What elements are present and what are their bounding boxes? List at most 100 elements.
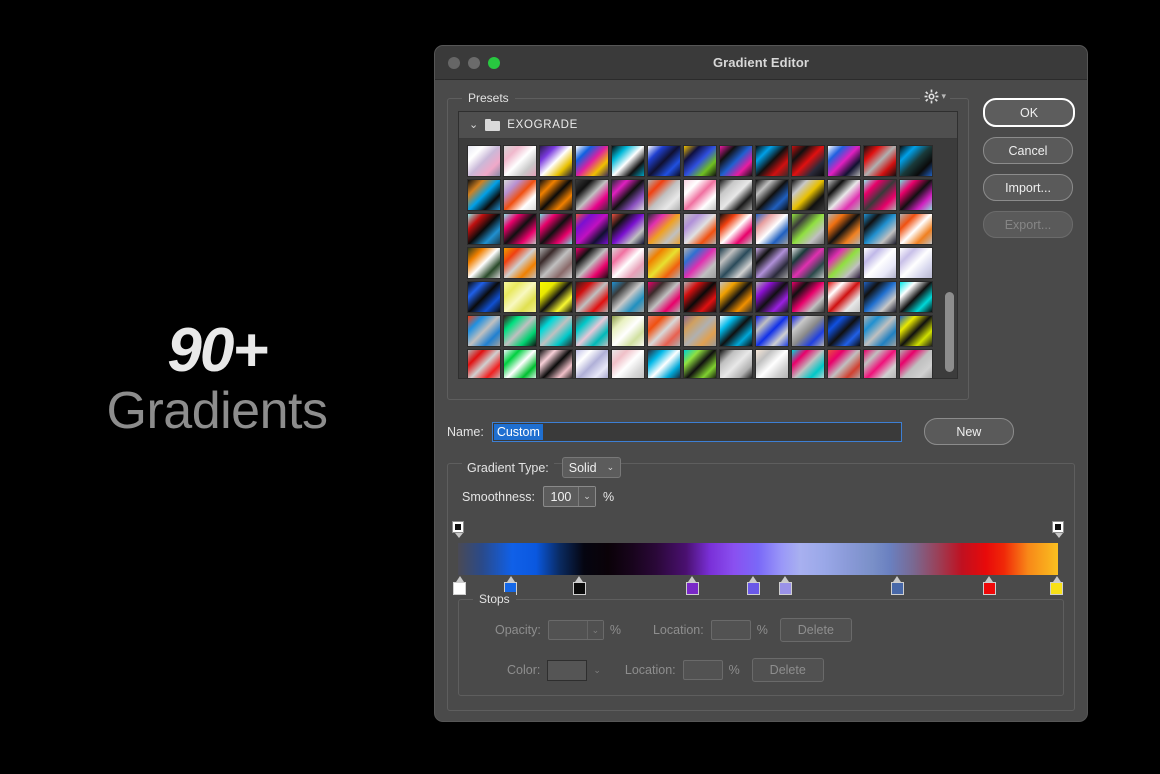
preset-swatch[interactable]: [827, 349, 861, 378]
preset-swatch[interactable]: [575, 145, 609, 177]
gradient-type-select[interactable]: Solid ⌄: [561, 457, 622, 478]
preset-swatch[interactable]: [575, 349, 609, 378]
gradient-preview-bar[interactable]: [458, 543, 1058, 575]
color-stop-handle[interactable]: [453, 576, 467, 595]
preset-swatch[interactable]: [611, 247, 645, 279]
preset-swatch[interactable]: [683, 315, 717, 347]
preset-swatch[interactable]: [683, 213, 717, 245]
preset-swatch[interactable]: [719, 349, 753, 378]
cancel-button[interactable]: Cancel: [983, 137, 1073, 164]
chevron-down-icon[interactable]: ⌄: [469, 119, 478, 131]
preset-swatch[interactable]: [611, 281, 645, 313]
preset-swatch[interactable]: [683, 179, 717, 211]
preset-swatch[interactable]: [467, 247, 501, 279]
color-stop-handle[interactable]: [685, 576, 699, 595]
preset-swatch[interactable]: [719, 247, 753, 279]
preset-swatch[interactable]: [647, 281, 681, 313]
preset-swatch[interactable]: [539, 179, 573, 211]
presets-panel[interactable]: ⌄ EXOGRADE: [458, 111, 958, 379]
preset-swatch[interactable]: [719, 145, 753, 177]
preset-swatch[interactable]: [611, 349, 645, 378]
chevron-down-icon[interactable]: ⌄: [577, 487, 595, 506]
preset-swatch[interactable]: [467, 145, 501, 177]
preset-swatch[interactable]: [575, 247, 609, 279]
gear-icon[interactable]: ▾: [920, 89, 950, 104]
preset-swatch[interactable]: [683, 247, 717, 279]
preset-swatch[interactable]: [899, 281, 933, 313]
preset-swatch[interactable]: [863, 145, 897, 177]
preset-swatch[interactable]: [791, 179, 825, 211]
preset-swatch[interactable]: [863, 349, 897, 378]
color-stop-handle[interactable]: [890, 576, 904, 595]
preset-swatch-grid[interactable]: [467, 145, 953, 378]
preset-swatch[interactable]: [827, 315, 861, 347]
preset-swatch[interactable]: [539, 281, 573, 313]
preset-swatch[interactable]: [575, 315, 609, 347]
preset-swatch[interactable]: [719, 315, 753, 347]
smoothness-input[interactable]: 100 ⌄: [542, 486, 596, 507]
preset-swatch[interactable]: [539, 315, 573, 347]
import-button[interactable]: Import...: [983, 174, 1073, 201]
color-stop-handle[interactable]: [982, 576, 996, 595]
preset-swatch[interactable]: [791, 145, 825, 177]
preset-swatch[interactable]: [647, 213, 681, 245]
preset-swatch[interactable]: [791, 247, 825, 279]
preset-swatch[interactable]: [827, 213, 861, 245]
preset-swatch[interactable]: [503, 281, 537, 313]
preset-swatch[interactable]: [719, 281, 753, 313]
preset-swatch[interactable]: [755, 281, 789, 313]
name-input[interactable]: Custom: [491, 421, 902, 442]
preset-swatch[interactable]: [503, 349, 537, 378]
color-stop-handle[interactable]: [572, 576, 586, 595]
preset-swatch[interactable]: [863, 247, 897, 279]
preset-swatch[interactable]: [503, 315, 537, 347]
preset-swatch[interactable]: [791, 213, 825, 245]
vertical-scrollbar[interactable]: [945, 292, 954, 372]
preset-swatch[interactable]: [755, 315, 789, 347]
preset-swatch[interactable]: [899, 179, 933, 211]
preset-swatch[interactable]: [467, 315, 501, 347]
preset-swatch[interactable]: [647, 179, 681, 211]
title-bar[interactable]: Gradient Editor: [435, 46, 1087, 80]
color-stop-handle[interactable]: [746, 576, 760, 595]
preset-swatch[interactable]: [863, 213, 897, 245]
preset-swatch[interactable]: [899, 213, 933, 245]
preset-swatch[interactable]: [827, 247, 861, 279]
opacity-stop-handle[interactable]: [452, 521, 464, 538]
preset-swatch[interactable]: [539, 145, 573, 177]
preset-swatch[interactable]: [503, 213, 537, 245]
preset-swatch[interactable]: [683, 281, 717, 313]
preset-swatch[interactable]: [791, 349, 825, 378]
preset-swatch[interactable]: [791, 281, 825, 313]
new-button[interactable]: New: [923, 418, 1014, 445]
preset-swatch[interactable]: [647, 145, 681, 177]
preset-swatch[interactable]: [539, 213, 573, 245]
preset-swatch[interactable]: [467, 179, 501, 211]
swatch-scroll-area[interactable]: [459, 139, 957, 378]
preset-swatch[interactable]: [683, 145, 717, 177]
preset-swatch[interactable]: [863, 179, 897, 211]
preset-swatch[interactable]: [539, 349, 573, 378]
preset-swatch[interactable]: [575, 179, 609, 211]
preset-swatch[interactable]: [899, 349, 933, 378]
preset-swatch[interactable]: [791, 315, 825, 347]
preset-swatch[interactable]: [647, 349, 681, 378]
preset-swatch[interactable]: [611, 145, 645, 177]
preset-swatch[interactable]: [755, 247, 789, 279]
preset-swatch[interactable]: [719, 213, 753, 245]
opacity-stop-handle[interactable]: [1052, 521, 1064, 538]
preset-swatch[interactable]: [755, 349, 789, 378]
preset-swatch[interactable]: [755, 213, 789, 245]
preset-swatch[interactable]: [755, 145, 789, 177]
preset-swatch[interactable]: [503, 179, 537, 211]
preset-swatch[interactable]: [827, 281, 861, 313]
preset-swatch[interactable]: [827, 145, 861, 177]
preset-swatch[interactable]: [863, 315, 897, 347]
color-stop-handle[interactable]: [1050, 576, 1064, 595]
preset-swatch[interactable]: [683, 349, 717, 378]
preset-swatch[interactable]: [503, 145, 537, 177]
preset-swatch[interactable]: [755, 179, 789, 211]
preset-swatch[interactable]: [647, 315, 681, 347]
preset-swatch[interactable]: [899, 145, 933, 177]
ok-button[interactable]: OK: [983, 98, 1075, 127]
